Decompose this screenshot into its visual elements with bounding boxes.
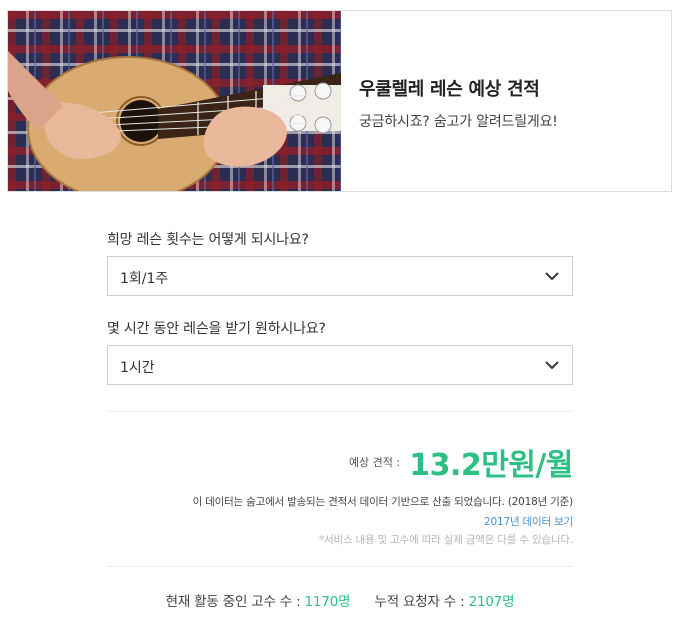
lesson-duration-label: 몇 시간 동안 레슨을 받기 원하시나요?: [107, 321, 326, 337]
active-pros-count: 1170명: [304, 594, 351, 610]
estimate-colon: :: [392, 455, 401, 469]
stats-bar: 현재 활동 중인 고수 수 : 1170명 누적 요청자 수 : 2107명: [0, 590, 680, 610]
chevron-down-icon: [545, 361, 559, 370]
lesson-frequency-label: 희망 레슨 횟수는 어떻게 되시나요?: [107, 232, 309, 248]
active-pros-label: 현재 활동 중인 고수 수 :: [165, 594, 301, 610]
total-requesters-label: 누적 요청자 수 :: [374, 594, 465, 610]
estimate-block: 예상 견적 : 13.2만원/월: [348, 440, 574, 484]
view-2017-data-link[interactable]: 2017년 데이터 보기: [484, 514, 573, 529]
total-requesters-count: 2107명: [468, 594, 515, 610]
data-source-note: 이 데이터는 숨고에서 발송되는 견적서 데이터 기반으로 산출 되었습니다. …: [192, 496, 574, 508]
price-disclaimer: *서비스 내용 및 고수에 따라 실제 금액은 다를 수 있습니다.: [318, 534, 573, 546]
divider: [107, 411, 573, 412]
hero-text: 우쿨렐레 레슨 예상 견적 궁금하시죠? 숨고가 알려드릴게요!: [359, 75, 558, 131]
lesson-frequency-value: 1회/1주: [120, 271, 169, 287]
estimate-label: 예상 견적: [348, 456, 393, 469]
ukulele-photo: [8, 11, 341, 191]
hero-banner: 우쿨렐레 레슨 예상 견적 궁금하시죠? 숨고가 알려드릴게요!: [7, 10, 672, 192]
chevron-down-icon: [545, 272, 559, 281]
hero-title: 우쿨렐레 레슨 예상 견적: [359, 79, 540, 100]
lesson-duration-value: 1시간: [120, 360, 155, 376]
lesson-frequency-select[interactable]: 1회/1주: [107, 256, 573, 296]
estimate-value: 13.2만원/월: [409, 448, 573, 483]
lesson-duration-select[interactable]: 1시간: [107, 345, 573, 385]
hero-subtitle: 궁금하시죠? 숨고가 알려드릴게요!: [359, 114, 558, 130]
divider: [107, 566, 573, 567]
ukulele-illustration: [8, 11, 341, 191]
